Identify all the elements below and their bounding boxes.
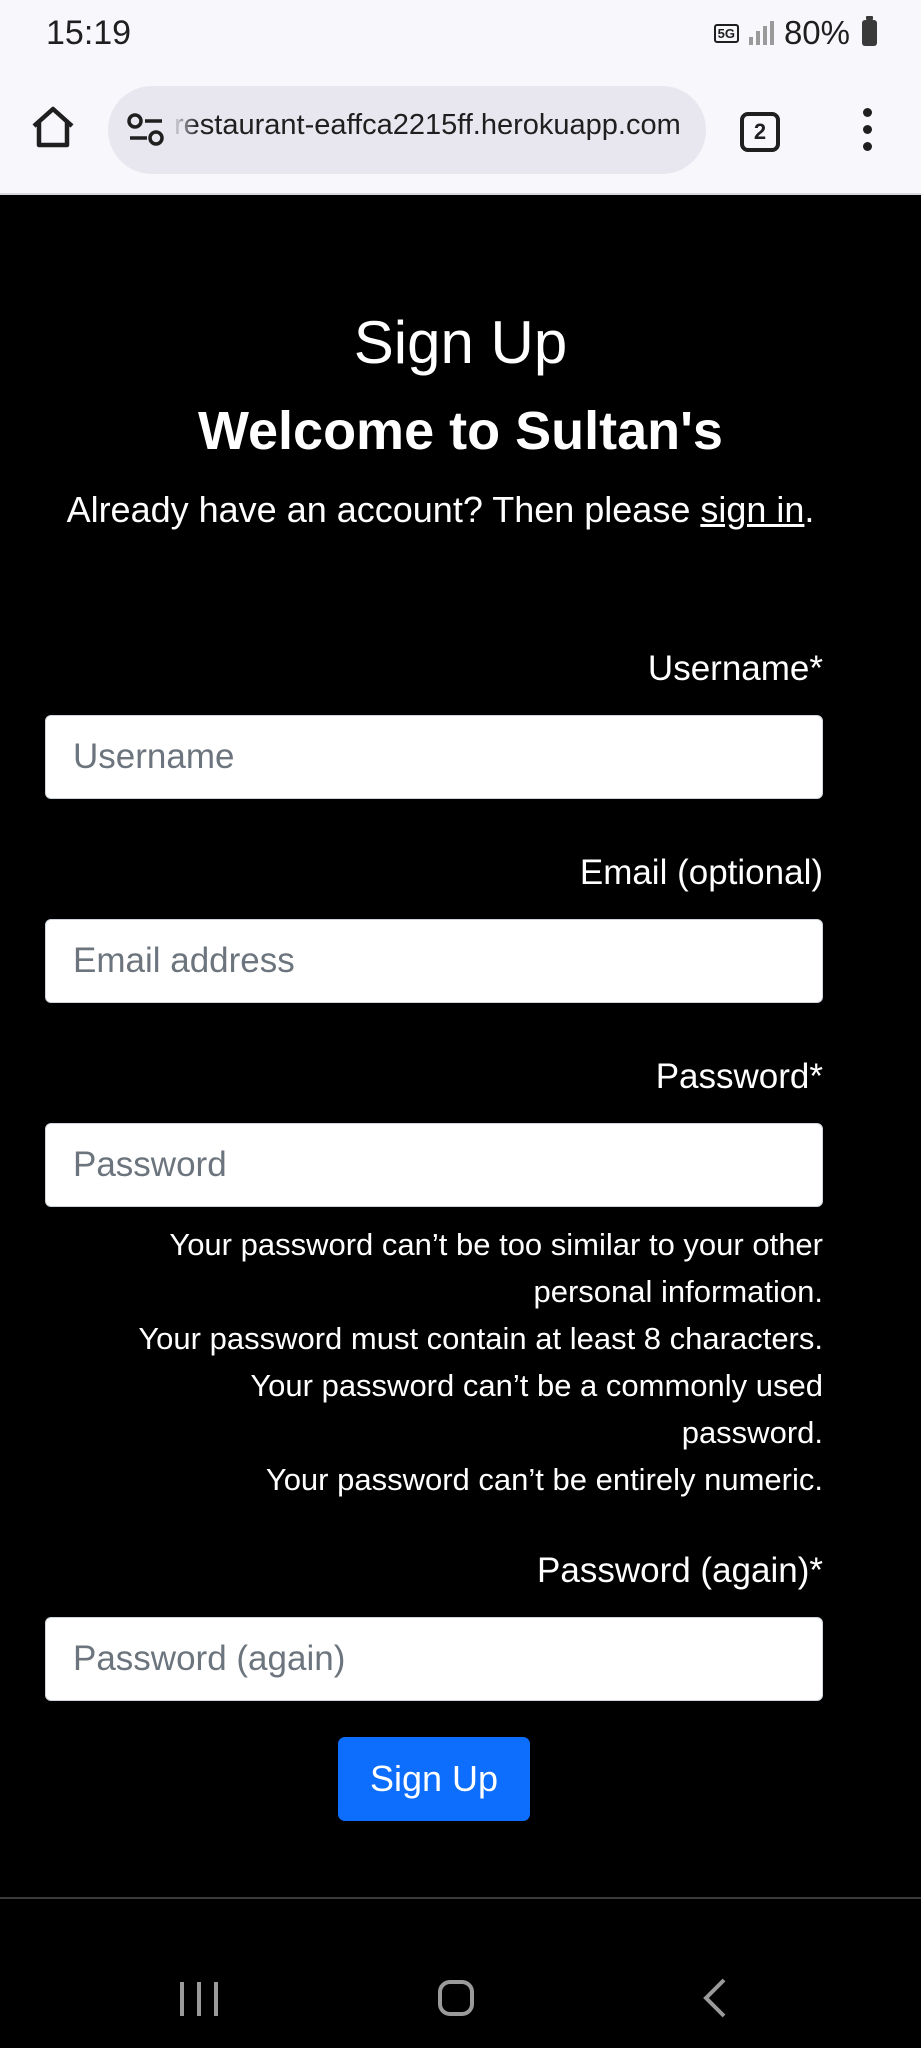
status-bar: 15:19 5G 80% (0, 0, 921, 68)
signin-prompt: Already have an account? Then please sig… (40, 483, 841, 537)
email-input[interactable] (45, 919, 823, 1003)
status-icons: 5G 80% (713, 14, 877, 52)
status-time: 15:19 (46, 14, 132, 52)
signin-prompt-suffix: . (804, 489, 815, 530)
password-help-item: Your password can’t be too similar to yo… (169, 1227, 823, 1309)
battery-icon (862, 16, 877, 46)
password-input[interactable] (45, 1123, 823, 1207)
password-again-label: Password (again)* (537, 1551, 823, 1590)
password-help: Your password can’t be too similar to yo… (45, 1221, 823, 1503)
tab-switcher-icon[interactable]: 2 (740, 112, 780, 152)
signup-button[interactable]: Sign Up (338, 1737, 530, 1821)
browser-toolbar: restaurant-eaffca2215ff.herokuapp.com 2 (0, 68, 921, 195)
username-input[interactable] (45, 715, 823, 799)
username-label: Username* (647, 649, 823, 688)
footer-divider (0, 1897, 921, 1899)
signin-link[interactable]: sign in (700, 489, 804, 530)
address-bar[interactable]: restaurant-eaffca2215ff.herokuapp.com (108, 86, 706, 174)
tune-icon[interactable] (126, 112, 166, 148)
page-subtitle: Welcome to Sultan's (198, 401, 723, 461)
page-title: Sign Up (353, 309, 568, 376)
nav-home-icon[interactable] (438, 1980, 474, 2016)
password-label: Password* (655, 1057, 823, 1096)
system-nav-bar (0, 1900, 921, 2048)
password-help-item: Your password can’t be a commonly used p… (250, 1368, 823, 1450)
signup-page: Sign Up Welcome to Sultan's Already have… (0, 197, 921, 1821)
home-icon[interactable] (30, 104, 76, 150)
back-icon[interactable] (700, 1976, 730, 2020)
url-text: restaurant-eaffca2215ff.herokuapp.com (174, 109, 681, 141)
battery-percent: 80% (783, 14, 850, 51)
password-again-input[interactable] (45, 1617, 823, 1701)
email-label: Email (optional) (579, 853, 823, 892)
more-vert-icon[interactable] (860, 108, 874, 156)
signal-icon (748, 21, 774, 45)
password-help-item: Your password can’t be entirely numeric. (265, 1462, 823, 1497)
signup-form: Username* Email (optional) Password* You… (45, 649, 823, 1821)
recent-apps-icon[interactable] (180, 1982, 218, 2016)
password-help-item: Your password must contain at least 8 ch… (138, 1321, 823, 1356)
signin-prompt-text: Already have an account? Then please (66, 489, 701, 530)
url-fade (172, 86, 198, 174)
network-5g-icon: 5G (713, 23, 739, 43)
